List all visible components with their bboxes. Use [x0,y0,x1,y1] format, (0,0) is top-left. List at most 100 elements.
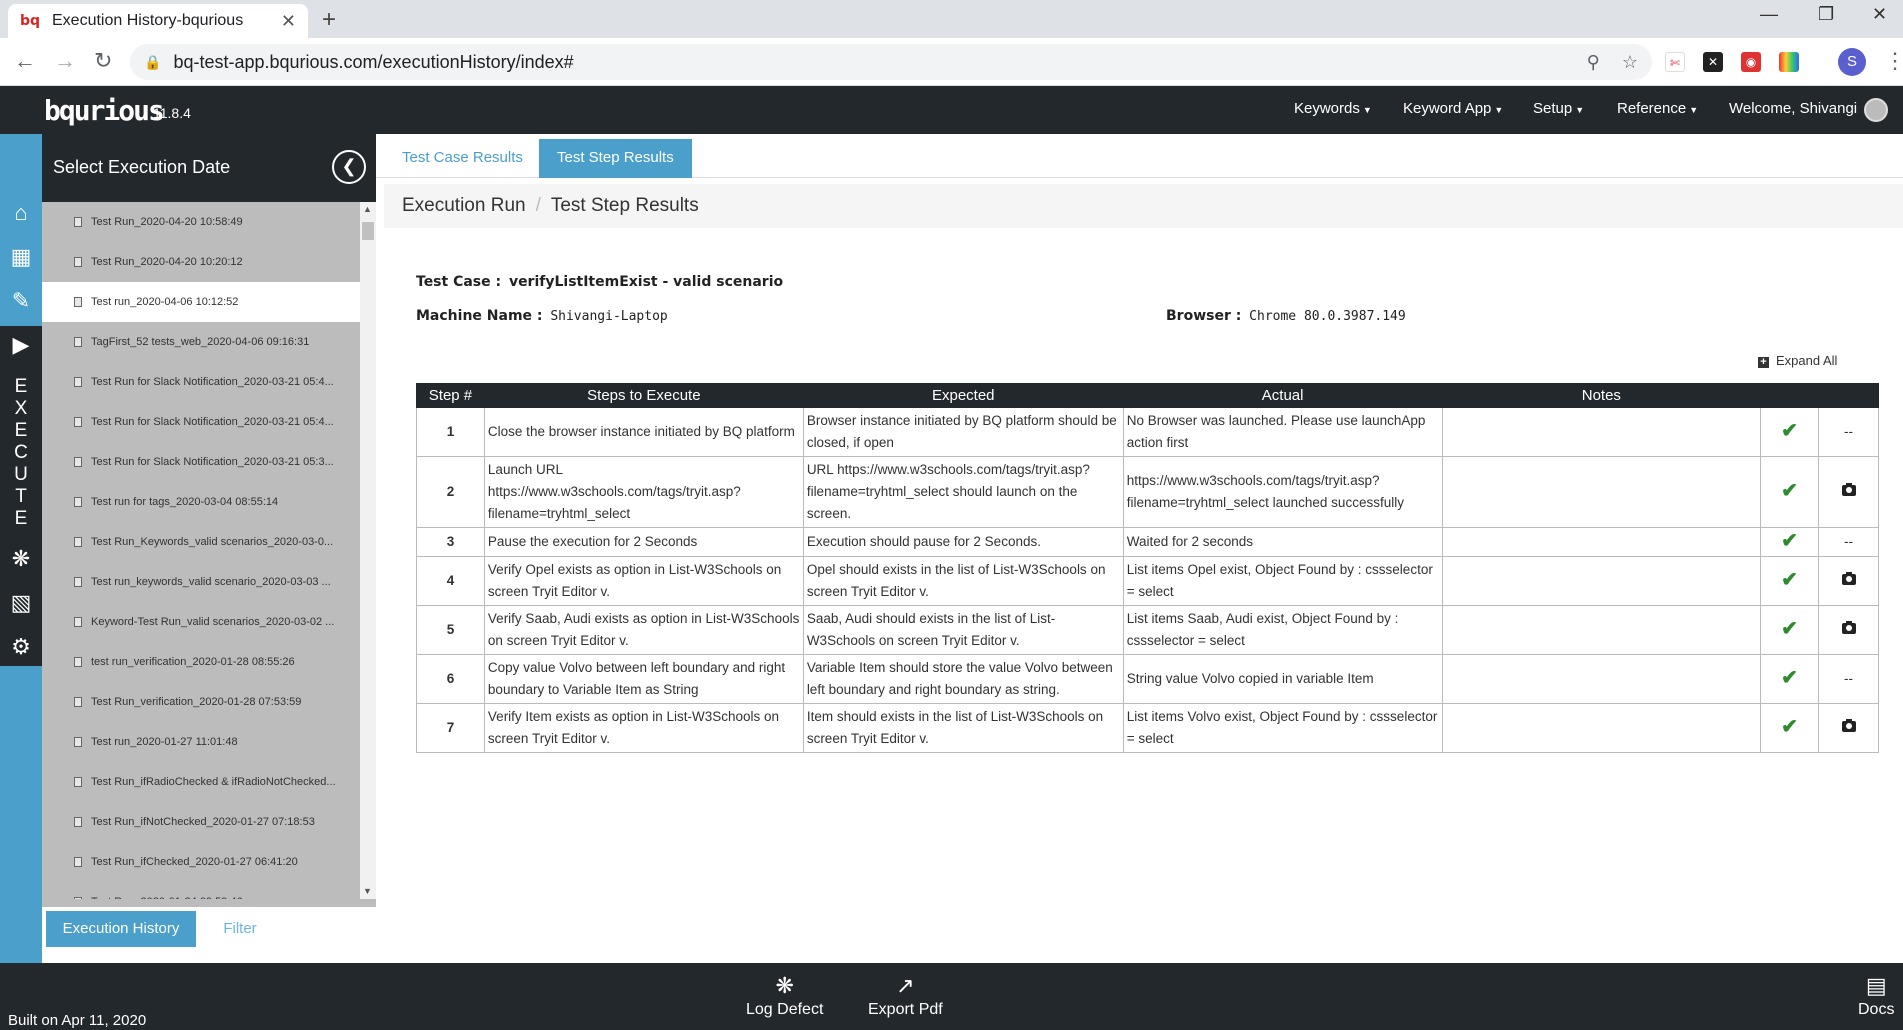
address-bar[interactable]: 🔒 bq-test-app.bqurious.com/executionHist… [130,44,1652,80]
play-icon[interactable]: ▶ [8,332,34,358]
step-notes [1441,456,1762,528]
run-list-item[interactable]: Test Run_ifChecked_2020-01-27 06:41:20 [42,842,360,882]
minimize-icon[interactable]: — [1760,4,1778,25]
run-list-item[interactable]: Test run_keywords_valid scenario_2020-03… [42,562,360,602]
export-pdf-button[interactable]: ↗ Export Pdf [868,973,943,1019]
execute-label[interactable]: E X E C U T E [8,376,34,530]
tab-filter[interactable]: Filter [212,911,268,947]
app-header: bqurious 11.8.4 Keywords ▼ Keyword App ▼ S… [0,86,1903,134]
step-actual: String value Volvo copied in variable It… [1122,654,1443,704]
step-actual: No Browser was launched. Please use laun… [1122,407,1443,457]
extension-icon-x[interactable]: ✕ [1703,52,1723,72]
run-list-item[interactable]: Test Run_2020-01-24 09:59:46 [42,882,360,899]
run-list-item[interactable]: test run_verification_2020-01-28 08:55:2… [42,642,360,682]
new-tab-icon[interactable]: + [322,6,336,34]
camera-icon[interactable] [1841,572,1856,585]
forward-icon[interactable]: → [54,48,76,74]
browser-info: Browser : Chrome 80.0.3987.149 [1166,308,1406,324]
pencil-icon[interactable]: ✎ [8,288,34,314]
scroll-down-icon[interactable]: ▼ [363,886,372,896]
screenshot-cell[interactable] [1818,703,1879,753]
bqurious-logo[interactable]: bqurious [44,94,165,127]
run-list-item[interactable]: Test Run for Slack Notification_2020-03-… [42,442,360,482]
step-status: ✔ [1760,456,1820,528]
browser-name: Chrome 80.0.3987.149 [1249,309,1406,324]
scroll-up-icon[interactable]: ▲ [363,204,372,214]
browser-menu-icon[interactable]: ⋮ [1884,48,1903,74]
step-status: ✔ [1760,703,1820,753]
run-list-item[interactable]: Test Run for Slack Notification_2020-03-… [42,402,360,442]
home-icon[interactable]: ⌂ [8,200,34,226]
step-number: 5 [416,605,485,655]
back-icon[interactable]: ← [14,48,36,74]
run-list-item[interactable]: Test run_2020-01-27 11:01:48 [42,722,360,762]
doc-icon [74,337,82,347]
doc-icon [74,697,82,707]
main-content: Test Case Results Test Step Results Exec… [376,134,1903,963]
run-list-item[interactable]: Test run_2020-04-06 10:12:52 [42,282,360,322]
restore-icon[interactable]: ❐ [1818,4,1834,25]
bug-icon[interactable]: ❋ [8,546,34,572]
reload-icon[interactable]: ↻ [94,48,112,74]
user-avatar-icon[interactable] [1864,98,1888,122]
run-list-item[interactable]: Test Run_Keywords_valid scenarios_2020-0… [42,522,360,562]
run-list-scrollbar[interactable]: ▲ ▼ [360,202,376,899]
extension-icon-1[interactable]: ✄ [1665,52,1685,72]
run-list-item[interactable]: Test Run_2020-04-20 10:20:12 [42,242,360,282]
run-list-item[interactable]: Keyword-Test Run_valid scenarios_2020-03… [42,602,360,642]
extension-icon-pocket[interactable]: ◉ [1741,52,1761,72]
scroll-thumb[interactable] [362,222,374,240]
extension-icon-color[interactable] [1779,52,1799,72]
profile-avatar[interactable]: S [1838,48,1866,76]
camera-icon[interactable] [1841,719,1856,732]
run-list-item[interactable]: Test Run_verification_2020-01-28 07:53:5… [42,682,360,722]
doc-icon [74,457,82,467]
doc-icon [74,257,82,267]
browser-tab[interactable]: bq Execution History-bqurious ✕ [8,4,308,38]
expand-all-button[interactable]: + Expand All [1758,353,1837,368]
tab-execution-history[interactable]: Execution History [46,911,196,947]
doc-icon [74,857,82,867]
log-defect-button[interactable]: ❋ Log Defect [746,973,823,1019]
run-label: Test run_2020-01-27 11:01:48 [91,736,238,748]
run-label: Test Run_ifNotChecked_2020-01-27 07:18:5… [91,816,315,828]
run-list-item[interactable]: Test run for tags_2020-03-04 08:55:14 [42,482,360,522]
run-list-item[interactable]: Test Run_ifRadioChecked & ifRadioNotChec… [42,762,360,802]
step-notes [1441,407,1762,457]
run-label: Test run for tags_2020-03-04 08:55:14 [91,496,279,508]
nav-setup[interactable]: Setup ▼ [1533,100,1584,117]
breadcrumb: Execution Run / Test Step Results [384,184,1903,228]
bookmark-star-icon[interactable]: ☆ [1622,52,1638,73]
run-label: TagFirst_52 tests_web_2020-04-06 09:16:3… [91,336,310,348]
screenshot-cell[interactable] [1818,556,1879,606]
screenshot-cell[interactable] [1818,605,1879,655]
breadcrumb-root[interactable]: Execution Run [402,195,526,216]
docs-button[interactable]: ▤ Docs [1858,973,1894,1019]
run-list-item[interactable]: TagFirst_52 tests_web_2020-04-06 09:16:3… [42,322,360,362]
tab-test-case-results[interactable]: Test Case Results [384,139,541,178]
window-close-icon[interactable]: ✕ [1872,4,1887,25]
collapse-chevron-icon[interactable]: ❮ [332,150,366,184]
bar-chart-icon[interactable]: ▧ [8,590,34,616]
browser-tab-strip: bq Execution History-bqurious ✕ + — ❐ ✕ [0,0,1903,38]
screenshot-cell[interactable] [1818,456,1879,528]
camera-icon[interactable] [1841,621,1856,634]
tab-test-step-results[interactable]: Test Step Results [539,139,692,178]
run-label: Test Run_Keywords_valid scenarios_2020-0… [91,536,334,548]
step-number: 4 [416,556,485,606]
run-list-item[interactable]: Test Run_ifNotChecked_2020-01-27 07:18:5… [42,802,360,842]
nav-reference[interactable]: Reference ▼ [1617,100,1698,117]
nav-keywords[interactable]: Keywords ▼ [1294,100,1372,117]
nav-keyword-app[interactable]: Keyword App ▼ [1403,100,1503,117]
gears-icon[interactable]: ⚙ [8,634,34,660]
run-list-item[interactable]: Test Run for Slack Notification_2020-03-… [42,362,360,402]
zoom-icon[interactable]: ⚲ [1587,52,1600,73]
check-icon: ✔ [1781,667,1798,689]
calendar-icon[interactable]: ▦ [8,244,34,270]
col-expected: Expected [802,383,1124,408]
welcome-user[interactable]: Welcome, Shivangi [1729,100,1857,117]
run-list-item[interactable]: Test Run_2020-04-20 10:58:49 [42,202,360,242]
col-actual: Actual [1122,383,1443,408]
tab-close-icon[interactable]: ✕ [281,11,296,32]
camera-icon[interactable] [1841,483,1856,496]
